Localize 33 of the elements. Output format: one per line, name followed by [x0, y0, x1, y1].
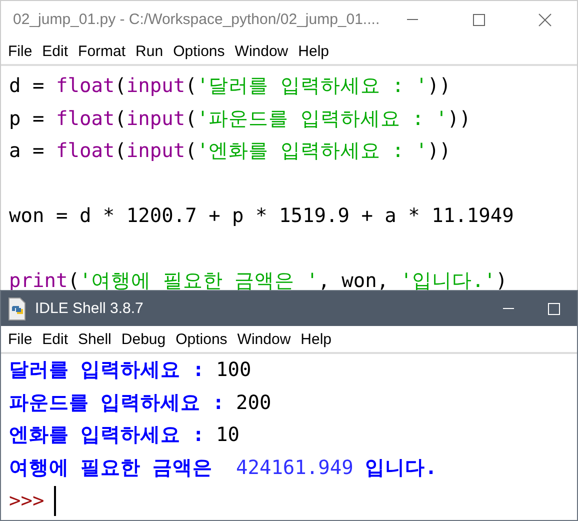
menu-item[interactable]: File	[3, 40, 38, 62]
window-title: 02_jump_01.py - C:/Workspace_python/02_jump_01....	[13, 11, 380, 28]
text-cursor	[54, 486, 56, 516]
output-line: 엔화를 입력하세요 : 10	[9, 422, 240, 448]
menu-item[interactable]: Window	[230, 40, 294, 62]
menu-item[interactable]: Run	[130, 40, 168, 62]
output-line: 파운드를 입력하세요 : 200	[9, 390, 272, 416]
code-line: a = float(input('엔화를 입력하세요 : '))	[9, 138, 451, 164]
menu-item[interactable]: Format	[73, 40, 131, 62]
output-line: 달러를 입력하세요 : 100	[9, 357, 252, 383]
minimize-icon	[407, 19, 418, 20]
menu-item[interactable]: Edit	[37, 328, 74, 350]
maximize-icon	[472, 12, 486, 26]
menu-item[interactable]: Shell	[73, 328, 116, 350]
code-line: p = float(input('파운드를 입력하세요 : '))	[9, 106, 471, 132]
maximize-icon	[547, 302, 561, 316]
code-line: print('여행에 필요한 금액은 ', won, '입니다.')	[9, 268, 508, 294]
output-line: 여행에 필요한 금액은 424161.949 입니다.	[9, 454, 437, 480]
menu-item[interactable]: Window	[232, 328, 296, 350]
menu-item[interactable]: Help	[296, 328, 337, 350]
code-line: d = float(input('달러를 입력하세요 : '))	[9, 73, 451, 99]
menu-item[interactable]: Options	[170, 328, 232, 350]
minimize-icon	[502, 308, 514, 309]
window-title: IDLE Shell 3.8.7	[35, 300, 144, 317]
shell-output[interactable]: 달러를 입력하세요 : 100 파운드를 입력하세요 : 200 엔화를 입력하세요 : 10 여행에 필요한 금액은 424161.949 입니다. >>>	[1, 354, 577, 520]
menu-item[interactable]: Debug	[116, 328, 171, 350]
menu-item[interactable]: Help	[293, 40, 334, 62]
menu-item[interactable]: File	[3, 328, 38, 350]
menu-item[interactable]: Options	[168, 40, 230, 62]
prompt: >>>	[9, 489, 44, 512]
menu-item[interactable]: Edit	[37, 40, 74, 62]
code-line: won = d * 1200.7 + p * 1519.9 + a * 11.1949	[9, 203, 514, 229]
close-icon	[538, 12, 552, 26]
